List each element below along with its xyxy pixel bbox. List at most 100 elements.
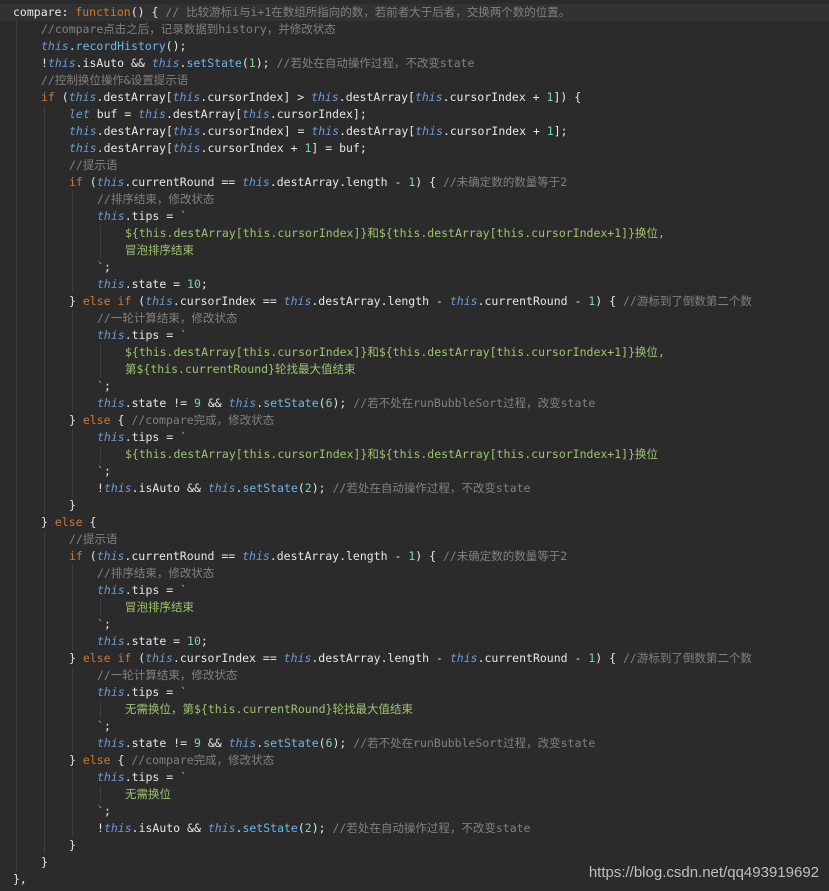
code-line[interactable]: !this.isAuto && this.setState(1); //若处在自… <box>0 55 829 72</box>
indent-guide <box>16 599 17 616</box>
code-line[interactable]: let buf = this.destArray[this.cursorInde… <box>0 106 829 123</box>
code-line[interactable]: `; <box>0 803 829 820</box>
code-line[interactable]: 第${this.currentRound}轮找最大值结束 <box>0 361 829 378</box>
code-token: } <box>69 651 83 665</box>
code-line[interactable]: `; <box>0 378 829 395</box>
code-token: .currentRound - <box>477 651 589 665</box>
code-token: ( <box>318 736 326 750</box>
code-token: if <box>41 90 55 104</box>
code-token: //游标到了倒数第二个数 <box>622 651 752 665</box>
code-token: ]; <box>553 124 568 138</box>
code-line[interactable]: 冒泡排序结束 <box>0 242 829 259</box>
indent-guide <box>72 684 73 701</box>
code-token: 9 <box>193 396 201 410</box>
code-token: ! <box>97 821 104 835</box>
code-line[interactable]: if (this.currentRound == this.destArray.… <box>0 548 829 565</box>
code-line[interactable]: `; <box>0 259 829 276</box>
code-line[interactable]: //提示语 <box>0 157 829 174</box>
code-text: 第${this.currentRound}轮找最大值结束 <box>125 361 355 378</box>
code-editor[interactable]: compare: function() { // 比较游标i与i+1在数组所指向… <box>0 0 829 891</box>
code-line[interactable]: } else if (this.cursorIndex == this.dest… <box>0 293 829 310</box>
code-line[interactable]: !this.isAuto && this.setState(2); //若处在自… <box>0 820 829 837</box>
indent-guide <box>16 378 17 395</box>
code-token: .state != <box>124 396 194 410</box>
code-token: this <box>103 821 132 835</box>
code-line[interactable]: } else { //compare完成，修改状态 <box>0 752 829 769</box>
code-line[interactable]: this.tips = ` <box>0 208 829 225</box>
code-token: this <box>97 685 125 699</box>
code-token: // 比较游标i与i+1在数组所指向的数，若前者大于后者，交换两个数的位置。 <box>165 5 571 19</box>
code-token: this <box>69 124 97 138</box>
code-line[interactable]: `; <box>0 616 829 633</box>
code-line[interactable]: this.destArray[this.cursorIndex] = this.… <box>0 123 829 140</box>
code-line[interactable]: this.state = 10; <box>0 276 829 293</box>
code-line[interactable]: `; <box>0 463 829 480</box>
code-line[interactable]: 无需换位，第${this.currentRound}轮找最大值结束 <box>0 701 829 718</box>
code-line[interactable]: //排序结束，修改状态 <box>0 191 829 208</box>
code-text: 无需换位 <box>125 786 171 803</box>
code-line[interactable]: ${this.destArray[this.cursorIndex]}和${th… <box>0 225 829 242</box>
code-token: .destArray.length - <box>311 294 450 308</box>
code-text: } else { <box>41 514 96 531</box>
code-line[interactable]: //一轮计算结束，修改状态 <box>0 667 829 684</box>
code-line[interactable]: this.recordHistory(); <box>0 38 829 55</box>
code-line[interactable]: this.tips = ` <box>0 429 829 446</box>
indent-guide <box>16 327 17 344</box>
code-line[interactable]: //compare点击之后，记录数据到history，并修改状态 <box>0 21 829 38</box>
code-text: `; <box>97 803 111 820</box>
code-text: this.destArray[this.cursorIndex] = this.… <box>69 123 568 140</box>
code-token: ` <box>97 617 104 631</box>
code-line[interactable]: this.state != 9 && this.setState(6); //若… <box>0 735 829 752</box>
code-line[interactable]: if (this.currentRound == this.destArray.… <box>0 174 829 191</box>
indent-guide <box>44 599 45 616</box>
code-token: ; <box>103 260 111 274</box>
code-token: //排序结束，修改状态 <box>97 566 215 580</box>
code-line[interactable]: //提示语 <box>0 531 829 548</box>
code-line[interactable]: compare: function() { // 比较游标i与i+1在数组所指向… <box>0 4 829 21</box>
indent-guide <box>16 633 17 650</box>
code-line[interactable]: } else if (this.cursorIndex == this.dest… <box>0 650 829 667</box>
code-line[interactable]: ${this.destArray[this.cursorIndex]}和${th… <box>0 446 829 463</box>
indent-guide <box>44 667 45 684</box>
code-token: //若处在自动操作过程，不改变state <box>276 56 475 70</box>
code-line[interactable]: this.state = 10; <box>0 633 829 650</box>
code-token: .cursorIndex + <box>442 90 547 104</box>
code-line[interactable]: this.tips = ` <box>0 684 829 701</box>
indent-guide <box>16 650 17 667</box>
code-line[interactable]: if (this.destArray[this.cursorIndex] > t… <box>0 89 829 106</box>
code-line[interactable]: //控制换位操作&设置提示语 <box>0 72 829 89</box>
indent-guide <box>16 344 17 361</box>
indent-guide <box>44 208 45 225</box>
code-token: .cursorIndex] = <box>200 124 312 138</box>
code-line[interactable]: //排序结束，修改状态 <box>0 565 829 582</box>
code-line[interactable]: `; <box>0 718 829 735</box>
code-token: .currentRound - <box>477 294 589 308</box>
code-line[interactable]: ${this.destArray[this.cursorIndex]}和${th… <box>0 344 829 361</box>
code-line[interactable]: this.tips = ` <box>0 582 829 599</box>
code-text: this.state = 10; <box>97 276 208 293</box>
code-line[interactable]: this.tips = ` <box>0 327 829 344</box>
code-line[interactable]: this.destArray[this.cursorIndex + 1] = b… <box>0 140 829 157</box>
code-token: .tips = <box>124 583 181 597</box>
code-token: (); <box>165 39 187 53</box>
code-line[interactable]: this.tips = ` <box>0 769 829 786</box>
indent-guide <box>72 769 73 786</box>
code-line[interactable]: 无需换位 <box>0 786 829 803</box>
code-line[interactable]: } else { <box>0 514 829 531</box>
code-token: } <box>69 838 76 852</box>
code-line[interactable]: !this.isAuto && this.setState(2); //若处在自… <box>0 480 829 497</box>
code-token: this <box>97 770 125 784</box>
code-token: compare: <box>13 5 76 19</box>
code-token: ` <box>180 328 188 342</box>
code-line[interactable]: //一轮计算结束，修改状态 <box>0 310 829 327</box>
code-token: this <box>97 277 125 291</box>
code-token: .tips = <box>124 770 181 784</box>
code-line[interactable]: } else { //compare完成，修改状态 <box>0 412 829 429</box>
code-line[interactable]: this.state != 9 && this.setState(6); //若… <box>0 395 829 412</box>
code-line[interactable]: } <box>0 837 829 854</box>
code-token: .cursorIndex == <box>172 294 284 308</box>
code-line[interactable]: } <box>0 497 829 514</box>
code-line[interactable]: 冒泡排序结束 <box>0 599 829 616</box>
code-token: ; <box>200 277 208 291</box>
indent-guide <box>16 684 17 701</box>
